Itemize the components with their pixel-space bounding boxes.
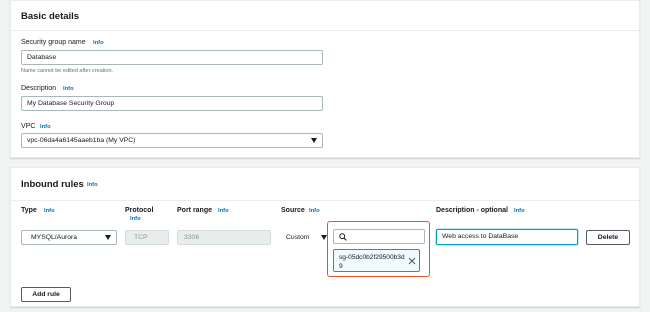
basic-details-header: Basic details [11, 1, 639, 31]
inbound-rules-info-link[interactable]: Info [87, 182, 98, 188]
port-range-info-link[interactable]: Info [218, 208, 229, 214]
source-token[interactable]: sg-05dc0b2f29500b3d9 [333, 249, 420, 272]
source-info-link[interactable]: Info [309, 208, 320, 214]
rule-type-select[interactable]: MYSQL/Aurora [21, 230, 117, 245]
column-header-protocol: Protocol [125, 207, 154, 214]
sg-name-info-link[interactable]: Info [93, 40, 104, 46]
column-header-port-range: Port range [177, 207, 213, 214]
rule-port-range-value: 3306 [184, 234, 200, 241]
description-info-link[interactable]: Info [63, 86, 74, 92]
column-header-description: Description - optional [436, 207, 508, 214]
delete-rule-button[interactable]: Delete [586, 230, 630, 245]
rule-source-type-value: Custom [286, 234, 310, 241]
vpc-label: VPC [21, 123, 36, 130]
column-header-type: Type [21, 207, 37, 214]
caret-down-icon [311, 138, 317, 143]
rule-protocol-field: TCP [125, 230, 169, 245]
protocol-info-link[interactable]: Info [130, 216, 141, 222]
vpc-select[interactable]: vpc-06da4a6145aaeb1ba (My VPC) [21, 133, 323, 148]
column-header-source: Source [281, 207, 305, 214]
vpc-select-value: vpc-06da4a6145aaeb1ba (My VPC) [27, 137, 136, 144]
rule-description-input[interactable]: Web access to DataBase [436, 229, 578, 245]
basic-details-title: Basic details [21, 11, 80, 22]
description-input[interactable]: My Database Security Group [21, 96, 323, 111]
source-token-label: sg-05dc0b2f29500b3d9 [339, 254, 405, 270]
rule-source-type-select[interactable]: Custom [281, 230, 329, 245]
type-info-link[interactable]: Info [44, 208, 55, 214]
vpc-info-link[interactable]: Info [40, 124, 51, 130]
rule-port-range-field: 3306 [177, 230, 271, 245]
close-icon[interactable] [408, 257, 416, 265]
inbound-rules-panel: Inbound rules Info Type Info Protocol In… [10, 167, 640, 307]
inbound-rules-title: Inbound rules [21, 179, 84, 190]
description-label: Description [21, 85, 57, 92]
sg-name-input[interactable]: Database [21, 50, 323, 65]
source-search-input[interactable] [333, 229, 425, 244]
inbound-rules-header: Inbound rules Info [11, 168, 639, 201]
description-column-info-link[interactable]: Info [514, 208, 525, 214]
rule-type-value: MYSQL/Aurora [31, 234, 78, 241]
sg-name-label: Security group name [21, 39, 86, 46]
caret-down-icon [105, 235, 111, 240]
sg-name-hint: Name cannot be edited after creation. [21, 68, 114, 74]
add-rule-button[interactable]: Add rule [21, 287, 71, 302]
search-icon [339, 233, 347, 241]
rule-protocol-value: TCP [134, 234, 148, 241]
basic-details-panel: Basic details Security group name Info D… [10, 0, 640, 158]
